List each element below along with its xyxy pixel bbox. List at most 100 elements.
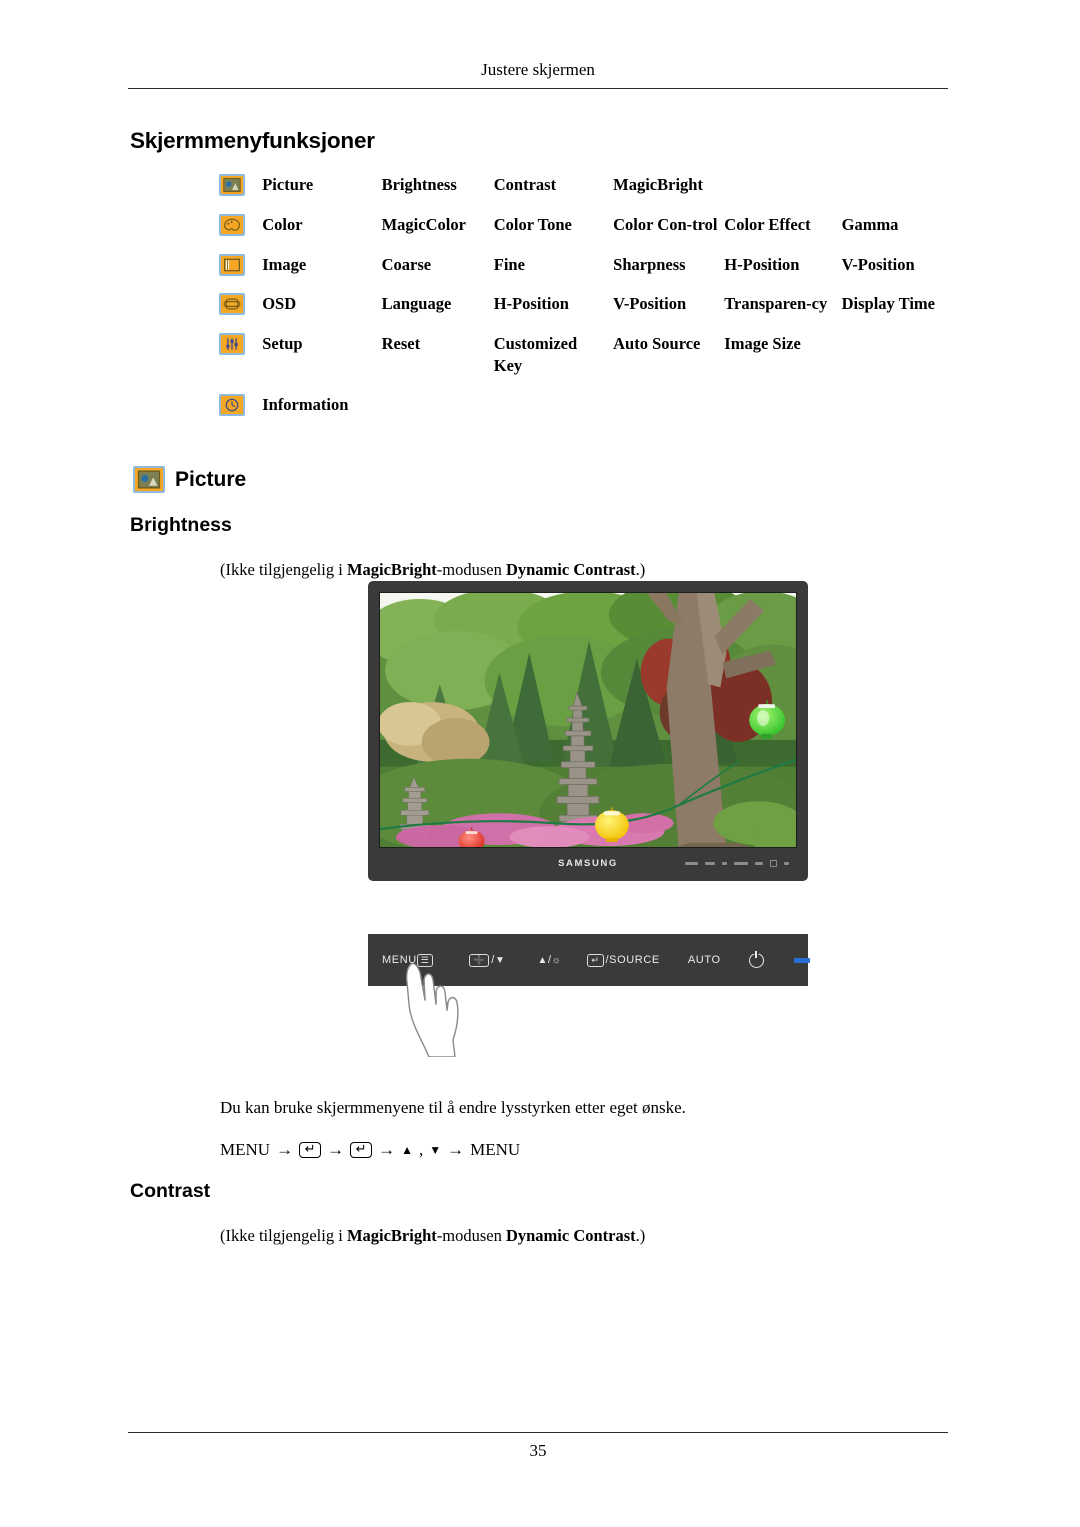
menu-button-label: MENU (382, 954, 417, 966)
bezel-mark-auto[interactable] (755, 862, 763, 865)
menu-item: H-Position (493, 294, 569, 314)
menu-item: V-Position (841, 254, 915, 274)
samsung-logo: SAMSUNG (558, 858, 618, 869)
path-menu-start: MENU (220, 1140, 271, 1159)
menu-row-icon-cell (219, 253, 262, 294)
menu-item: H-Position (724, 254, 800, 274)
source-button-label: /SOURCE (605, 954, 660, 966)
monitor-figure: SAMSUNG (368, 581, 808, 881)
section-heading-picture: Picture (133, 466, 246, 493)
brightness-description: Du kan bruke skjermmenyene til å endre l… (220, 1098, 686, 1117)
menu-item (613, 394, 724, 417)
heading-brightness: Brightness (130, 514, 232, 536)
menu-item: Coarse (381, 254, 432, 274)
enter-key-icon (350, 1140, 373, 1158)
note-brightness: (Ikke tilgjengelig i MagicBright-modusen… (220, 560, 645, 580)
auto-button-label: AUTO (687, 954, 721, 966)
table-row: OSD Language H-Position V-Position Trans… (219, 293, 959, 333)
menu-item (842, 394, 959, 417)
path-arrow-2: → (327, 1140, 345, 1159)
menu-item: Auto Source (613, 334, 701, 354)
menu-row-icon-cell (219, 174, 262, 214)
note-mid: -modusen (436, 560, 506, 579)
table-row: Image Coarse Fine Sharpness H-Position V… (219, 253, 959, 294)
picture-icon (133, 466, 165, 493)
picture-icon (219, 174, 245, 196)
table-row: Setup Reset Customized Key Auto Source I… (219, 333, 959, 394)
menu-row-icon-cell (219, 393, 262, 417)
menu-category: Image (262, 254, 307, 274)
menu-item: Display Time (841, 294, 935, 314)
menu-item: Transparen-cy (724, 294, 828, 314)
information-clock-icon (219, 393, 245, 416)
image-frame-icon (219, 253, 245, 276)
chevron-up-icon: ▲ (401, 1142, 413, 1157)
control-panel-figure: MENU ☰ ➕ / ▼ ▲ / ☼ ↵ /SOURCE AUTO (368, 934, 810, 986)
note-bold-dynamic-contrast: Dynamic Contrast (505, 1226, 636, 1245)
path-comma: , (418, 1140, 424, 1159)
menu-row-icon-cell (219, 213, 262, 254)
menu-item: Gamma (841, 214, 899, 234)
path-menu-end: MENU (470, 1140, 521, 1159)
heading-contrast: Contrast (130, 1180, 211, 1202)
document-page: Justere skjermen Skjermmenyfunksjoner Pi… (0, 0, 1080, 1527)
bezel-mark-power[interactable] (770, 860, 777, 867)
menu-category: OSD (262, 294, 297, 314)
page-title: Skjermmenyfunksjoner (130, 128, 375, 153)
garden-photo (380, 593, 796, 847)
bezel-mark-up[interactable] (722, 862, 727, 865)
note-prefix: (Ikke tilgjengelig i (220, 1226, 347, 1245)
chevron-down-icon: ▼ (494, 954, 506, 966)
table-row: Color MagicColor Color Tone Color Con-tr… (219, 213, 959, 254)
power-icon (748, 949, 764, 968)
menu-item (724, 394, 841, 417)
menu-item: Fine (493, 254, 525, 274)
monitor-bottom-bezel: SAMSUNG (379, 848, 797, 879)
note-bold-magicbright: MagicBright (346, 560, 437, 579)
power-button[interactable] (748, 949, 764, 968)
menu-item: Contrast (493, 175, 557, 194)
note-bold-magicbright: MagicBright (346, 1226, 437, 1245)
menu-item: Brightness (381, 175, 457, 194)
note-prefix: (Ikke tilgjengelig i (220, 560, 347, 579)
osd-menu-table: Picture Brightness Contrast MagicBright … (219, 174, 959, 416)
bezel-mark-source[interactable] (734, 862, 748, 865)
page-number: 35 (529, 1441, 547, 1460)
menu-item: Color Effect (724, 214, 811, 234)
path-arrow-3: → (378, 1140, 396, 1159)
menu-item: Language (381, 294, 452, 314)
source-button[interactable]: ↵ /SOURCE (587, 953, 660, 967)
enter-box-icon: ↵ (587, 953, 604, 967)
note-suffix: .) (635, 1226, 646, 1245)
menu-icon: ☰ (416, 953, 434, 967)
menu-category: Setup (262, 334, 303, 354)
bezel-mark-led (784, 862, 789, 865)
menu-item: Customized Key (493, 334, 578, 375)
auto-button[interactable]: AUTO (688, 954, 721, 966)
note-contrast: (Ikke tilgjengelig i MagicBright-modusen… (220, 1226, 645, 1246)
menu-item (382, 394, 494, 417)
menu-row-icon-cell (219, 293, 262, 333)
menu-button[interactable]: MENU ☰ (382, 953, 435, 967)
osd-icon (219, 293, 245, 316)
down-button[interactable]: ➕ / ▼ (469, 953, 506, 967)
header-divider (128, 88, 948, 89)
up-button[interactable]: ▲ / ☼ (537, 954, 561, 966)
led-indicator (793, 957, 810, 963)
menu-category: Color (262, 214, 303, 234)
menu-row-icon-cell (219, 333, 262, 394)
setup-sliders-icon (219, 333, 245, 356)
note-bold-dynamic-contrast: Dynamic Contrast (505, 560, 636, 579)
table-row: Information (219, 393, 959, 417)
menu-item (842, 333, 959, 394)
monitor-screen (379, 592, 797, 848)
table-row: Picture Brightness Contrast MagicBright (219, 174, 959, 214)
chevron-up-icon: ▲ (537, 954, 548, 966)
bezel-mark-menu[interactable] (685, 862, 698, 865)
menu-category: Picture (262, 175, 314, 194)
color-palette-icon (219, 213, 245, 236)
bezel-mark-down[interactable] (705, 862, 715, 865)
enter-key-icon (299, 1140, 322, 1158)
note-suffix: .) (635, 560, 646, 579)
menu-item: Image Size (724, 334, 801, 354)
